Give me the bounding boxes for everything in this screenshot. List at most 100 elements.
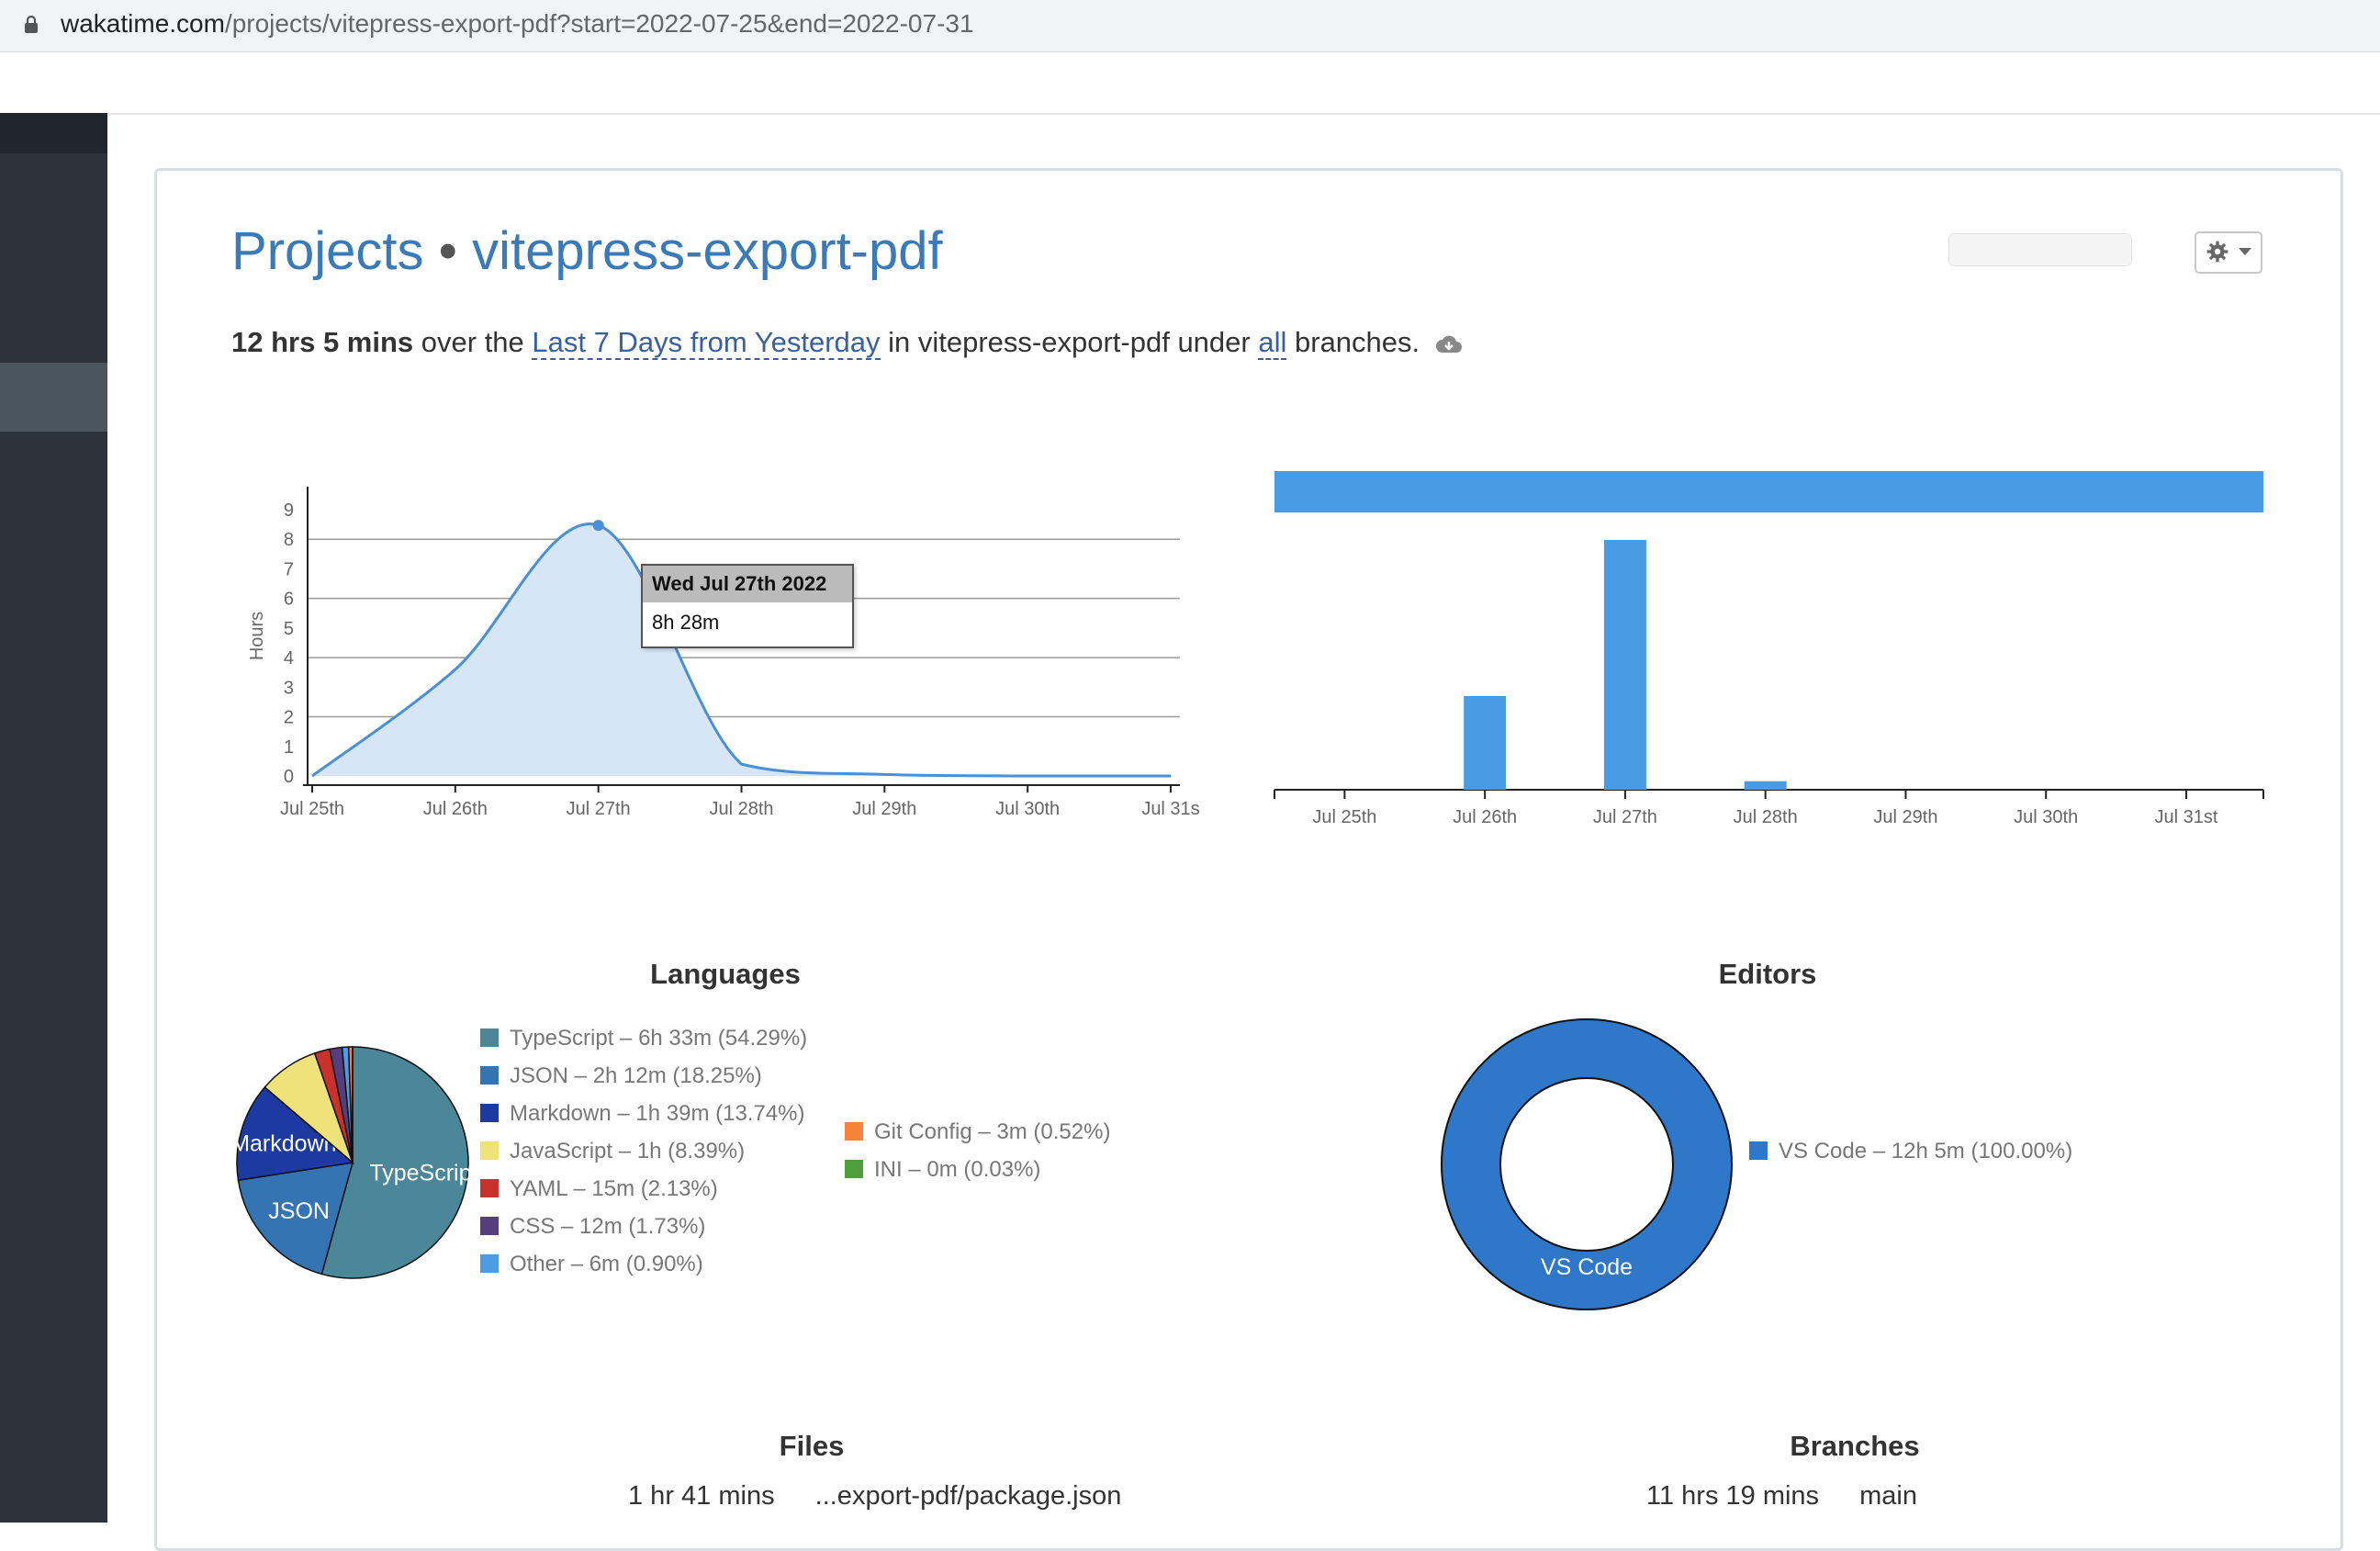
legend-label: CSS – 12m (1.73%) (510, 1214, 705, 1239)
bar (1604, 540, 1646, 790)
y-tick-label: 0 (284, 767, 294, 787)
legend-label: YAML – 15m (2.13%) (510, 1176, 718, 1201)
legend-label: Other – 6m (0.90%) (510, 1252, 703, 1276)
summary-line: 12 hrs 5 mins over the Last 7 Days from … (231, 326, 1463, 359)
lock-icon (24, 16, 39, 34)
y-tick-label: 4 (284, 648, 294, 669)
languages-legend-extra: Git Config – 3m (0.52%) INI – 0m (0.03%) (845, 1113, 1110, 1188)
file-name[interactable]: ...export-pdf/package.json (815, 1481, 1122, 1511)
legend-label: JavaScript – 1h (8.39%) (510, 1139, 745, 1163)
browser-address-bar[interactable]: wakatime.com/projects/vitepress-export-p… (0, 0, 2380, 52)
daily-bar-chart: Jul 25thJul 26thJul 27thJul 28thJul 29th… (1267, 464, 2268, 831)
bar (1464, 696, 1506, 790)
area-fill (312, 524, 1171, 776)
legend-label: INI – 0m (0.03%) (874, 1157, 1040, 1182)
legend-label: TypeScript – 6h 33m (54.29%) (510, 1026, 807, 1051)
sidebar (0, 113, 107, 1523)
legend-item: Other – 6m (0.90%) (480, 1245, 807, 1283)
legend-item: JSON – 2h 12m (18.25%) (480, 1057, 807, 1095)
legend-label: Markdown – 1h 39m (13.74%) (510, 1101, 805, 1126)
branches-title: Branches (1790, 1430, 1919, 1463)
page-title: Projects • vitepress-export-pdf (231, 220, 943, 282)
x-tick-label: Jul 25th (280, 799, 344, 819)
legend-item: VS Code – 12h 5m (100.00%) (1749, 1132, 2072, 1170)
legend-swatch (480, 1066, 499, 1085)
x-tick-label: Jul 26th (1453, 807, 1517, 827)
y-tick-label: 1 (284, 737, 294, 758)
caret-down-icon (2239, 248, 2251, 257)
x-tick-label: Jul 29th (852, 799, 916, 819)
legend-label: VS Code – 12h 5m (100.00%) (1779, 1139, 2072, 1163)
x-tick-label: Jul 30th (2014, 807, 2078, 827)
branch-row[interactable]: 11 hrs 19 mins main (1646, 1481, 1917, 1512)
legend-swatch (480, 1028, 499, 1047)
x-tick-label: Jul 27th (1593, 807, 1657, 827)
settings-dropdown-button[interactable] (2195, 231, 2262, 274)
bar (1745, 781, 1787, 790)
legend-swatch (480, 1254, 499, 1273)
donut-slice-label: VS Code (1541, 1254, 1633, 1280)
pie-slice-label: JSON (268, 1198, 330, 1224)
x-tick-label: Jul 25th (1312, 807, 1376, 827)
x-tick-label: Jul 31s (1141, 799, 1199, 819)
y-tick-label: 9 (284, 500, 294, 521)
summary-bar (1274, 471, 2263, 512)
legend-item: JavaScript – 1h (8.39%) (480, 1132, 807, 1170)
project-panel (154, 168, 2343, 1551)
legend-item: Git Config – 3m (0.52%) (845, 1113, 1110, 1151)
legend-swatch (845, 1160, 863, 1178)
languages-title: Languages (650, 958, 801, 991)
branch-name[interactable]: main (1859, 1481, 1917, 1511)
gear-icon (2206, 240, 2229, 264)
x-tick-label: Jul 30th (995, 799, 1060, 819)
tooltip-date: Wed Jul 27th 2022 (643, 566, 852, 602)
x-tick-label: Jul 28th (1734, 807, 1798, 827)
legend-label: JSON – 2h 12m (18.25%) (510, 1063, 762, 1088)
title-separator: • (439, 221, 457, 281)
cloud-download-icon[interactable] (1435, 334, 1463, 354)
legend-swatch (480, 1179, 499, 1197)
languages-legend: TypeScript – 6h 33m (54.29%) JSON – 2h 12… (480, 1019, 807, 1283)
x-tick-label: Jul 28th (709, 799, 773, 819)
sidebar-item-active[interactable] (0, 363, 107, 432)
project-name-link[interactable]: vitepress-export-pdf (472, 221, 943, 281)
file-row[interactable]: 1 hr 41 mins ...export-pdf/package.json (628, 1481, 1121, 1512)
summary-text-in: in vitepress-export-pdf under (888, 326, 1251, 358)
y-tick-label: 5 (284, 619, 294, 639)
editors-legend: VS Code – 12h 5m (100.00%) (1749, 1132, 2072, 1170)
legend-item: CSS – 12m (1.73%) (480, 1208, 807, 1245)
sidebar-header (0, 113, 107, 153)
legend-item: Markdown – 1h 39m (13.74%) (480, 1095, 807, 1132)
summary-text-over: over the (421, 326, 524, 358)
branch-time: 11 hrs 19 mins (1646, 1481, 1819, 1511)
date-range-link[interactable]: Last 7 Days from Yesterday (532, 326, 880, 360)
chart-tooltip: Wed Jul 27th 2022 8h 28m (641, 564, 854, 648)
filter-input[interactable] (1948, 233, 2132, 266)
y-tick-label: 8 (284, 530, 294, 550)
files-title: Files (780, 1430, 845, 1463)
file-time: 1 hr 41 mins (628, 1481, 775, 1511)
x-tick-label: Jul 26th (423, 799, 488, 819)
y-tick-label: 6 (284, 590, 294, 610)
legend-swatch (845, 1122, 863, 1141)
x-tick-label: Jul 31st (2155, 807, 2218, 827)
legend-swatch (480, 1217, 499, 1235)
editors-title: Editors (1719, 958, 1817, 991)
legend-swatch (480, 1141, 499, 1160)
breadcrumb-projects-link[interactable]: Projects (231, 221, 424, 281)
branches-filter-link[interactable]: all (1258, 326, 1286, 360)
legend-item: INI – 0m (0.03%) (845, 1151, 1110, 1188)
languages-pie-chart: TypeScriptJSONMarkdown (230, 1038, 477, 1286)
legend-label: Git Config – 3m (0.52%) (874, 1119, 1110, 1144)
top-navbar (0, 52, 2380, 115)
y-tick-label: 2 (284, 708, 294, 728)
editors-donut-chart: VS Code (1432, 1010, 1735, 1313)
legend-swatch (480, 1104, 499, 1122)
pie-slice-label: TypeScript (369, 1161, 477, 1186)
url-text[interactable]: wakatime.com/projects/vitepress-export-p… (61, 9, 974, 39)
coding-activity-line-chart: 0123456789HoursJul 25thJul 26thJul 27thJ… (230, 473, 1212, 831)
legend-item: TypeScript – 6h 33m (54.29%) (480, 1019, 807, 1057)
y-axis-label: Hours (247, 612, 267, 660)
total-time: 12 hrs 5 mins (231, 326, 413, 358)
y-tick-label: 3 (284, 678, 294, 698)
